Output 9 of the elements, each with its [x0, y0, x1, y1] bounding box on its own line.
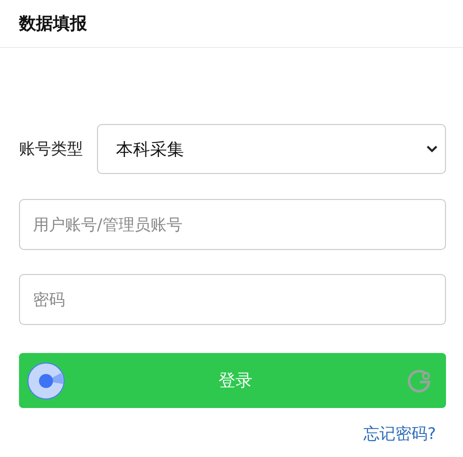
password-field[interactable]: 密码 — [19, 274, 446, 325]
account-type-dropdown[interactable]: 本科采集 — [97, 124, 446, 174]
forgot-password-link[interactable]: 忘记密码? — [364, 424, 436, 445]
account-field[interactable]: 用户账号/管理员账号 — [19, 199, 446, 250]
loader-icon — [27, 362, 65, 400]
account-type-label: 账号类型 — [19, 138, 83, 160]
refresh-icon — [406, 368, 432, 394]
chevron-down-icon — [426, 145, 438, 153]
page-title: 数据填报 — [19, 13, 87, 35]
